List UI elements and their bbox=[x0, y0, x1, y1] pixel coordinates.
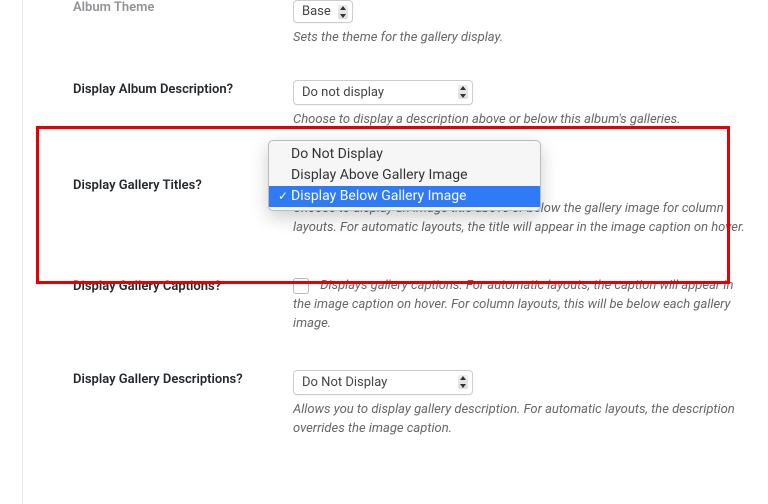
dropdown-option-1[interactable]: Display Above Gallery Image bbox=[269, 165, 540, 186]
label-display-gallery-titles: Display Gallery Titles? bbox=[73, 176, 293, 193]
label-album-theme: Album Theme bbox=[73, 0, 293, 15]
check-icon: ✓ bbox=[275, 188, 291, 204]
row-album-theme: Album Theme Base Sets the theme for the … bbox=[73, 0, 748, 62]
checkbox-display-gallery-captions[interactable] bbox=[293, 278, 309, 294]
select-display-gallery-descriptions-value: Do Not Display bbox=[302, 375, 452, 390]
row-display-gallery-captions: Display Gallery Captions? Displays galle… bbox=[73, 259, 748, 352]
dropdown-option-label: Display Above Gallery Image bbox=[291, 166, 468, 185]
updown-icon bbox=[458, 375, 468, 389]
dropdown-option-label: Display Below Gallery Image bbox=[291, 187, 467, 206]
row-display-gallery-descriptions: Display Gallery Descriptions? Do Not Dis… bbox=[73, 352, 748, 457]
label-display-gallery-captions: Display Gallery Captions? bbox=[73, 277, 293, 294]
content-display-gallery-captions: Displays gallery captions. For automatic… bbox=[293, 277, 748, 334]
dropdown-option-label: Do Not Display bbox=[291, 145, 383, 164]
content-display-album-description: Do not display Choose to display a descr… bbox=[293, 80, 748, 130]
content-album-theme: Base Sets the theme for the gallery disp… bbox=[293, 0, 748, 48]
content-display-gallery-descriptions: Do Not Display Allows you to display gal… bbox=[293, 370, 748, 439]
label-display-gallery-descriptions: Display Gallery Descriptions? bbox=[73, 370, 293, 387]
updown-icon bbox=[458, 85, 468, 99]
desc-album-theme: Sets the theme for the gallery display. bbox=[293, 29, 748, 48]
dropdown-gallery-titles: Do Not Display Display Above Gallery Ima… bbox=[268, 140, 541, 211]
desc-display-gallery-captions: Displays gallery captions. For automatic… bbox=[293, 278, 733, 331]
desc-display-album-description: Choose to display a description above or… bbox=[293, 111, 748, 130]
select-display-album-description[interactable]: Do not display bbox=[293, 80, 473, 105]
select-album-theme[interactable]: Base bbox=[293, 0, 353, 23]
updown-icon bbox=[338, 5, 348, 19]
select-display-gallery-descriptions[interactable]: Do Not Display bbox=[293, 370, 473, 395]
dropdown-option-0[interactable]: Do Not Display bbox=[269, 144, 540, 165]
dropdown-option-2[interactable]: ✓ Display Below Gallery Image bbox=[269, 186, 540, 207]
row-display-album-description: Display Album Description? Do not displa… bbox=[73, 62, 748, 148]
select-display-album-description-value: Do not display bbox=[302, 85, 452, 100]
select-album-theme-value: Base bbox=[302, 4, 332, 19]
label-display-album-description: Display Album Description? bbox=[73, 80, 293, 97]
desc-display-gallery-descriptions: Allows you to display gallery descriptio… bbox=[293, 401, 748, 439]
